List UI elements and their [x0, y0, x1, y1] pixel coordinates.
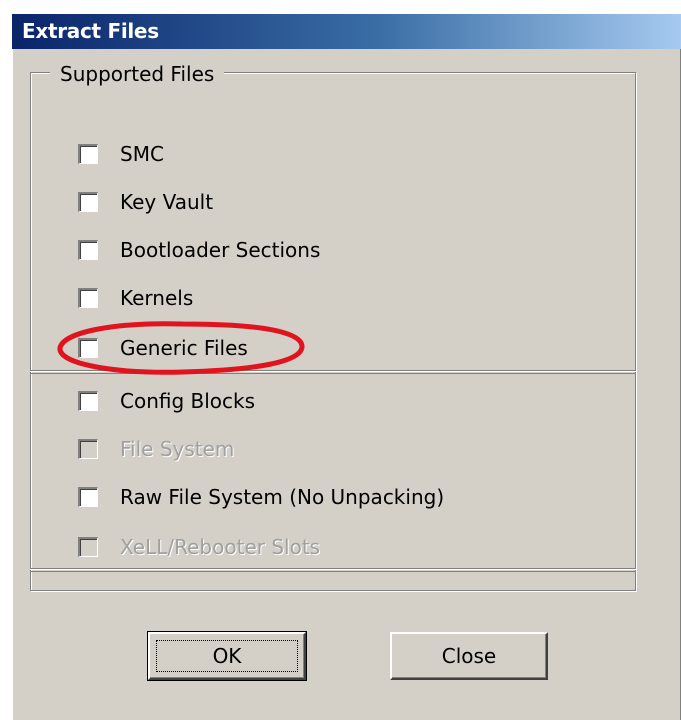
checkbox-label: Kernels — [120, 286, 194, 310]
checkbox-key-vault[interactable]: Key Vault — [78, 187, 213, 217]
checkbox-kernels[interactable]: Kernels — [78, 283, 193, 313]
checkbox-box[interactable] — [78, 192, 98, 212]
checkbox-bootloader-sections[interactable]: Bootloader Sections — [78, 235, 320, 265]
checkbox-box — [78, 537, 98, 557]
checkbox-file-system: File System — [78, 434, 234, 464]
checkbox-label: XeLL/Rebooter Slots — [120, 535, 321, 559]
close-button[interactable]: Close — [390, 632, 548, 680]
checkbox-label: Raw File System (No Unpacking) — [120, 485, 445, 509]
checkbox-box[interactable] — [78, 288, 98, 308]
checkbox-generic-files[interactable]: Generic Files — [78, 333, 248, 363]
checkbox-config-blocks[interactable]: Config Blocks — [78, 386, 255, 416]
checkbox-box[interactable] — [78, 144, 98, 164]
group-separator-bottom — [30, 568, 636, 572]
group-separator — [30, 370, 636, 374]
checkbox-label: Config Blocks — [120, 389, 256, 413]
window-title: Extract Files — [22, 19, 159, 43]
checkbox-box — [78, 439, 98, 459]
group-title: Supported Files — [50, 62, 225, 86]
checkbox-label: SMC — [120, 142, 164, 166]
checkbox-box[interactable] — [78, 487, 98, 507]
checkbox-smc[interactable]: SMC — [78, 139, 164, 169]
checkbox-box[interactable] — [78, 240, 98, 260]
checkbox-box[interactable] — [78, 391, 98, 411]
checkbox-label: Generic Files — [120, 336, 248, 360]
ok-button-label: OK — [156, 640, 298, 672]
checkbox-xell-rebooter-slots: XeLL/Rebooter Slots — [78, 532, 320, 562]
checkbox-label: Bootloader Sections — [120, 238, 321, 262]
checkbox-label: Key Vault — [120, 190, 214, 214]
checkbox-label: File System — [120, 437, 235, 461]
title-bar: Extract Files — [12, 14, 681, 49]
checkbox-box[interactable] — [78, 338, 98, 358]
ok-button[interactable]: OK — [147, 631, 307, 681]
checkbox-raw-file-system[interactable]: Raw File System (No Unpacking) — [78, 482, 444, 512]
